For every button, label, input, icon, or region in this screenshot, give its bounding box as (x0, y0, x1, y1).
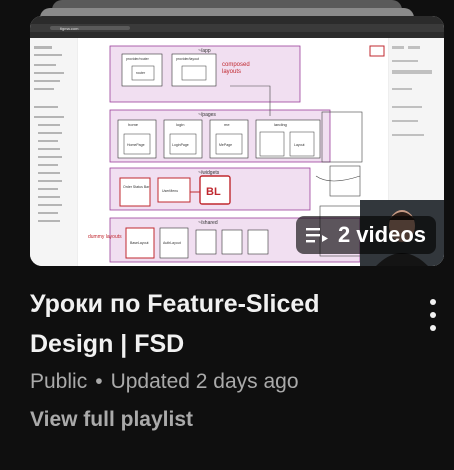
svg-text:provider/layout: provider/layout (176, 57, 199, 61)
playlist-title[interactable]: Уроки по Feature-Sliced Design | FSD (30, 284, 390, 364)
svg-text:provider/router: provider/router (126, 57, 150, 61)
playlist-icon (305, 228, 328, 243)
svg-text:router: router (136, 71, 146, 75)
more-vert-icon[interactable] (420, 290, 446, 340)
svg-text:me: me (224, 122, 230, 127)
updated-label: Updated 2 days ago (110, 370, 299, 393)
video-count-badge: 2 videos (295, 216, 436, 254)
svg-text:dummy layouts: dummy layouts (88, 234, 122, 240)
thumb-shared-label: ~/shared (198, 220, 218, 226)
svg-text:layouts: layouts (222, 69, 241, 75)
view-full-playlist-link[interactable]: View full playlist (30, 408, 193, 432)
meta-separator: • (95, 370, 103, 393)
thumb-widgets-label: ~/widgets (198, 170, 220, 176)
more-dot-3 (430, 325, 436, 331)
svg-text:home: home (128, 122, 139, 127)
playlist-meta: Public • Updated 2 days ago (30, 370, 299, 394)
more-dot-2 (430, 312, 436, 318)
playlist-thumbnail[interactable]: figma.com ~/app provider/router router p… (30, 16, 444, 266)
svg-text:Layout: Layout (294, 143, 305, 147)
thumb-url: figma.com (60, 26, 79, 31)
svg-text:UserMenu: UserMenu (162, 189, 178, 193)
svg-text:login: login (176, 122, 184, 127)
video-count-text: 2 videos (337, 222, 426, 247)
svg-text:BaseLayout: BaseLayout (130, 241, 149, 245)
svg-text:Order Status Bar: Order Status Bar (123, 185, 150, 189)
thumb-app-label: ~/app (198, 48, 211, 54)
svg-text:LoginPage: LoginPage (172, 143, 189, 147)
svg-text:landing: landing (274, 122, 287, 127)
more-dot-1 (430, 299, 436, 305)
svg-text:AuthLayout: AuthLayout (163, 241, 181, 245)
svg-text:HomePage: HomePage (127, 143, 145, 147)
svg-text:BL: BL (206, 186, 221, 198)
thumb-pages-label: ~/pages (198, 112, 216, 118)
svg-text:MePage: MePage (219, 143, 232, 147)
visibility-label: Public (30, 370, 88, 393)
thumb-composed-label: composed (222, 62, 250, 68)
